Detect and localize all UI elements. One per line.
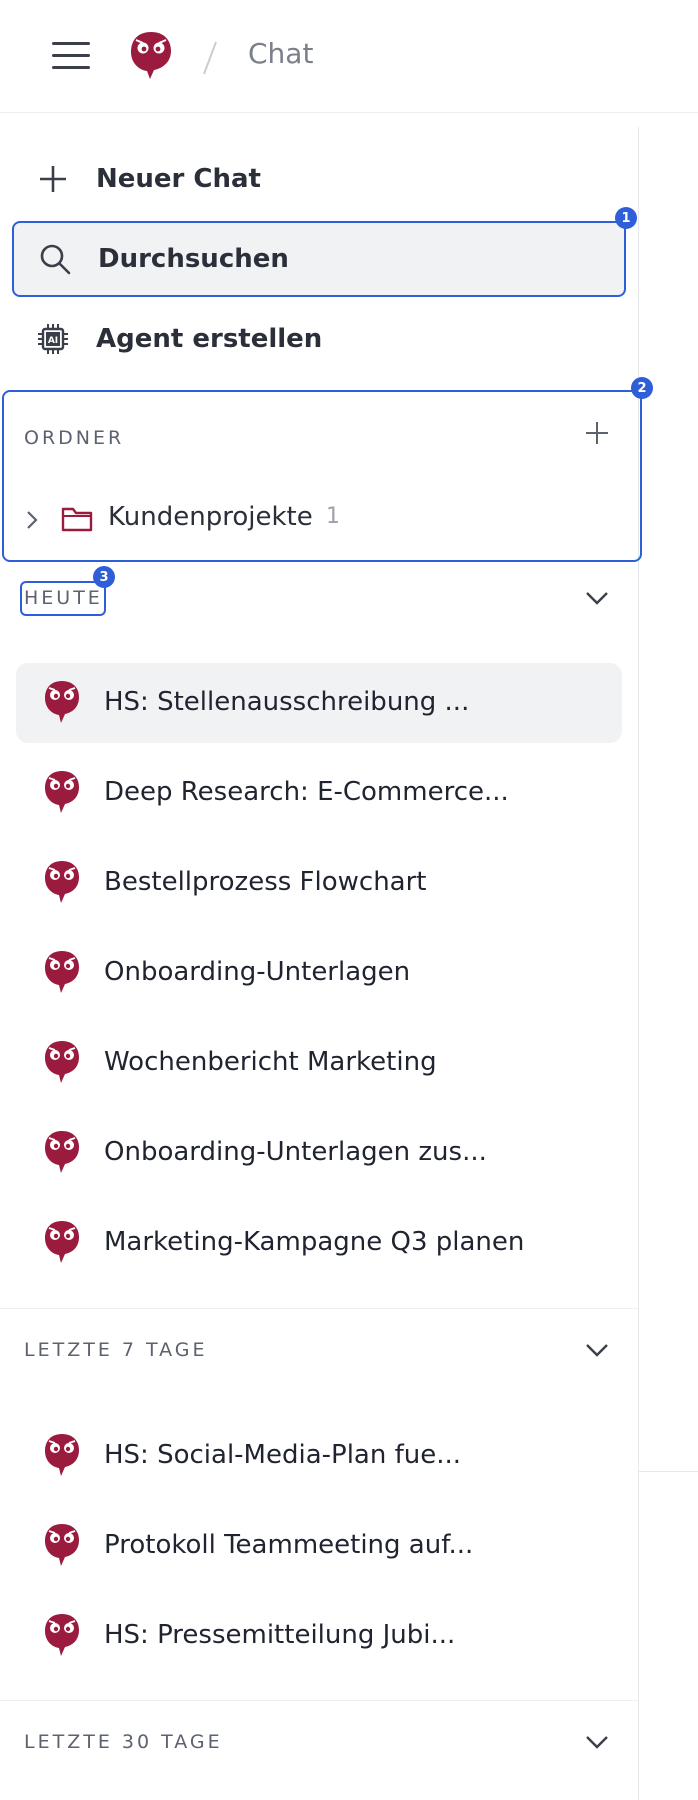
folder-name: Kundenprojekte	[108, 502, 313, 532]
search-label: Durchsuchen	[98, 244, 289, 274]
chevron-right-icon[interactable]	[22, 508, 42, 532]
owl-logo-icon[interactable]	[128, 30, 174, 80]
breadcrumb-separator-icon	[203, 41, 217, 75]
chat-list-item[interactable]: Bestellprozess Flowchart	[16, 843, 622, 923]
chevron-down-icon[interactable]	[582, 1338, 612, 1362]
folders-heading: ORDNER	[24, 427, 125, 449]
annotation-badge-1: 1	[615, 207, 637, 229]
content-divider	[639, 1471, 698, 1472]
chat-list-item[interactable]: HS: Pressemitteilung Jubi...	[16, 1596, 622, 1676]
chat-title: Protokoll Teammeeting auf...	[104, 1530, 474, 1560]
chat-list-item[interactable]: Deep Research: E-Commerce...	[16, 753, 622, 833]
chevron-down-icon[interactable]	[582, 586, 612, 610]
chat-list-item[interactable]: HS: Stellenausschreibung ...	[16, 663, 622, 743]
chat-list-item[interactable]: HS: Social-Media-Plan fue...	[16, 1416, 622, 1496]
search-button[interactable]: Durchsuchen	[12, 221, 626, 297]
chat-title: Bestellprozess Flowchart	[104, 867, 427, 897]
annotation-badge-2: 2	[631, 377, 653, 399]
owl-chat-icon	[42, 859, 82, 905]
annotation-badge-3: 3	[93, 566, 115, 588]
last-7-days-heading: LETZTE 7 TAGE	[24, 1339, 208, 1361]
owl-chat-icon	[42, 1039, 82, 1085]
owl-chat-icon	[42, 1219, 82, 1265]
svg-text:AI: AI	[48, 336, 58, 346]
plus-icon	[40, 166, 66, 192]
chat-list-item[interactable]: Marketing-Kampagne Q3 planen	[16, 1203, 622, 1283]
new-chat-label: Neuer Chat	[96, 164, 261, 194]
ai-chip-icon: AI	[38, 324, 68, 354]
owl-chat-icon	[42, 1522, 82, 1568]
chat-title: HS: Stellenausschreibung ...	[104, 687, 470, 717]
chat-title: HS: Pressemitteilung Jubi...	[104, 1620, 456, 1650]
owl-chat-icon	[42, 769, 82, 815]
chat-title: Deep Research: E-Commerce...	[104, 777, 509, 807]
chat-list-item[interactable]: Protokoll Teammeeting auf...	[16, 1506, 622, 1586]
owl-chat-icon	[42, 1432, 82, 1478]
section-divider	[0, 1308, 638, 1309]
chat-list-item[interactable]: Onboarding-Unterlagen	[16, 933, 622, 1013]
owl-chat-icon	[42, 679, 82, 725]
chat-title: Onboarding-Unterlagen zus...	[104, 1137, 487, 1167]
chat-title: HS: Social-Media-Plan fue...	[104, 1440, 462, 1470]
folder-item-kundenprojekte[interactable]: Kundenprojekte 1	[20, 498, 620, 542]
section-divider	[0, 1700, 638, 1701]
folder-count: 1	[326, 504, 340, 529]
menu-icon[interactable]	[52, 42, 90, 70]
new-chat-button[interactable]: Neuer Chat	[12, 141, 626, 217]
chat-title: Wochenbericht Marketing	[104, 1047, 437, 1077]
owl-chat-icon	[42, 1612, 82, 1658]
create-agent-button[interactable]: AI Agent erstellen	[12, 301, 626, 377]
page-title: Chat	[248, 37, 314, 70]
add-folder-icon[interactable]	[582, 418, 612, 448]
chat-title: Marketing-Kampagne Q3 planen	[104, 1227, 525, 1257]
owl-chat-icon	[42, 1129, 82, 1175]
today-heading: HEUTE	[24, 587, 103, 609]
owl-chat-icon	[42, 949, 82, 995]
chevron-down-icon[interactable]	[582, 1730, 612, 1754]
search-icon	[40, 244, 71, 275]
chat-title: Onboarding-Unterlagen	[104, 957, 411, 987]
folder-icon	[61, 507, 93, 532]
chat-list-item[interactable]: Onboarding-Unterlagen zus...	[16, 1113, 622, 1193]
last-30-days-heading: LETZTE 30 TAGE	[24, 1731, 223, 1753]
chat-list-item[interactable]: Wochenbericht Marketing	[16, 1023, 622, 1103]
create-agent-label: Agent erstellen	[96, 324, 323, 354]
top-bar: Chat	[0, 0, 698, 113]
